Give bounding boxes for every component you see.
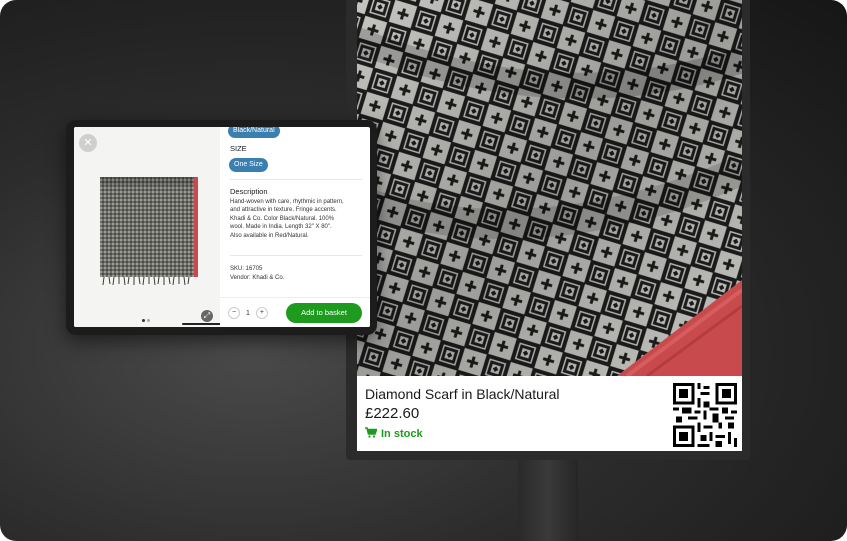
close-icon[interactable]: ✕ bbox=[79, 134, 97, 152]
add-to-basket-button[interactable]: Add to basket bbox=[286, 303, 362, 323]
product-hero-image bbox=[357, 0, 742, 376]
description-line: Also available in Red/Natural. bbox=[230, 232, 309, 239]
qr-code-icon[interactable] bbox=[673, 383, 737, 447]
product-gallery[interactable]: ✕ ⤢ bbox=[74, 127, 220, 327]
description-label: Description bbox=[230, 187, 268, 196]
product-price: £222.60 bbox=[365, 405, 420, 422]
size-label: SIZE bbox=[230, 144, 247, 153]
color-option-selected[interactable]: Black/Natural bbox=[228, 127, 280, 138]
tablet-device: ✕ ⤢ Black/Natural SIZE One Size Descript… bbox=[66, 120, 377, 335]
quantity-value: 1 bbox=[246, 309, 250, 317]
cart-icon bbox=[365, 427, 378, 441]
quantity-stepper: − 1 + bbox=[228, 307, 268, 319]
decrease-quantity-button[interactable]: − bbox=[228, 307, 240, 319]
divider bbox=[230, 179, 362, 180]
increase-quantity-button[interactable]: + bbox=[255, 307, 268, 319]
stock-label: In stock bbox=[381, 428, 423, 440]
purchase-footer: − 1 + Add to basket bbox=[220, 297, 370, 327]
product-details-panel: Black/Natural SIZE One Size Description … bbox=[220, 127, 370, 327]
product-info-panel: Diamond Scarf in Black/Natural £222.60 I… bbox=[357, 376, 742, 451]
product-image bbox=[96, 175, 202, 287]
sku-text: SKU: 16705 bbox=[230, 266, 263, 272]
stock-status: In stock bbox=[365, 427, 423, 441]
kiosk-stand bbox=[518, 456, 578, 541]
tablet-screen: ✕ ⤢ Black/Natural SIZE One Size Descript… bbox=[74, 127, 370, 327]
vendor-text: Vendor: Khadi & Co. bbox=[230, 275, 285, 281]
description-line: and attractive in texture. Fringe accent… bbox=[230, 207, 337, 214]
size-option-selected[interactable]: One Size bbox=[229, 158, 268, 172]
divider bbox=[230, 255, 362, 256]
expand-icon[interactable]: ⤢ bbox=[201, 310, 213, 322]
description-text: Hand-woven with care, rhythmic in patter… bbox=[230, 198, 366, 240]
product-title: Diamond Scarf in Black/Natural bbox=[365, 386, 560, 402]
kiosk-screen: Diamond Scarf in Black/Natural £222.60 I… bbox=[357, 0, 742, 451]
description-line: Hand-woven with care, rhythmic in patter… bbox=[230, 199, 344, 205]
description-line: wool. Made in India. Length 32" X 80". bbox=[230, 224, 332, 231]
description-line: Khadi & Co. Color Black/Natural. 100% bbox=[230, 215, 335, 222]
gallery-pagination[interactable] bbox=[142, 319, 150, 322]
background-stage: Diamond Scarf in Black/Natural £222.60 I… bbox=[0, 0, 847, 541]
